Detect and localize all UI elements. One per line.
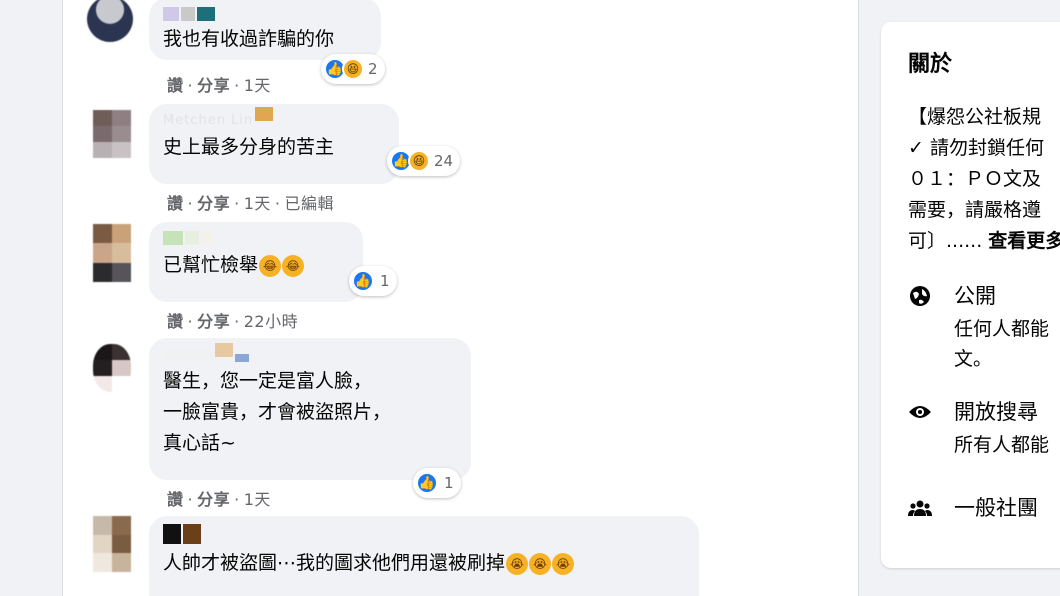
comment-bubble: 醫生，您一定是富人臉， 一臉富貴，才會被盜照片， 真心話~	[149, 338, 471, 480]
people-icon	[908, 496, 932, 520]
comment-bubble: 我也有收過詐騙的你	[149, 0, 381, 60]
crying-emoji-icon: 😭	[506, 552, 529, 575]
crying-emoji-icon: 😭	[529, 552, 552, 575]
like-link[interactable]: 讚	[167, 312, 184, 331]
like-link[interactable]: 讚	[167, 490, 184, 509]
visibility-title: 開放搜尋	[954, 400, 1038, 424]
avatar[interactable]	[93, 110, 131, 158]
privacy-title: 公開	[954, 284, 996, 308]
avatar[interactable]	[93, 344, 131, 392]
about-title: 關於	[908, 52, 953, 77]
group-type-row: 一般社團	[908, 492, 1060, 532]
avatar[interactable]	[93, 224, 131, 282]
comment-text-body: 已幫忙檢舉	[163, 254, 259, 276]
crying-emoji-icon: 😭	[552, 552, 575, 575]
reaction-summary[interactable]: 👍 😆 2	[321, 54, 385, 84]
comment-actions: 讚 · 分享 · 1天	[167, 490, 271, 509]
timestamp[interactable]: 1天	[244, 76, 271, 95]
reaction-count: 24	[434, 152, 454, 170]
avatar[interactable]	[93, 516, 131, 572]
reaction-count: 1	[444, 474, 454, 492]
reaction-summary[interactable]: 👍 1	[349, 266, 397, 296]
commenter-name-redacted[interactable]	[163, 6, 367, 22]
reaction-count: 2	[368, 60, 378, 78]
laugh-cry-emoji-icon: 😂	[282, 254, 305, 277]
like-link[interactable]: 讚	[167, 76, 184, 95]
commenter-name[interactable]: Metchen Lin	[163, 107, 385, 128]
comment-text-body: 人帥才被盜圖⋯我的圖求他們用還被刷掉	[163, 552, 506, 574]
like-reaction-icon: 👍	[352, 270, 374, 292]
comment-actions: 讚 · 分享 · 22小時	[167, 312, 299, 331]
eye-icon	[908, 400, 932, 424]
group-type: 一般社團	[954, 496, 1038, 520]
see-more-link[interactable]: 查看更多	[988, 230, 1060, 252]
privacy-description: 任何人都能 文。	[954, 318, 1050, 370]
timestamp[interactable]: 1天	[244, 490, 271, 509]
share-link[interactable]: 分享	[197, 312, 230, 331]
comment-text: 醫生，您一定是富人臉， 一臉富貴，才會被盜照片， 真心話~	[163, 370, 392, 454]
comment-text: 人帥才被盜圖⋯我的圖求他們用還被刷掉 😭 😭 😭	[163, 548, 685, 579]
comment-feed: 我也有收過詐騙的你 👍 😆 2 讚 · 分享 · 1天 Metchen Lin 史上最多…	[62, 0, 859, 596]
comment-bubble: 人帥才被盜圖⋯我的圖求他們用還被刷掉 😭 😭 😭	[149, 516, 699, 596]
commenter-name-redacted[interactable]	[163, 343, 457, 362]
timestamp[interactable]: 22小時	[244, 312, 298, 331]
about-card: 關於 【爆怨公社板規 ✓ 請勿封鎖任何 ０１：ＰＯ文及 需要，請嚴格遵 可〕..…	[881, 22, 1060, 568]
commenter-name-redacted[interactable]	[163, 230, 349, 246]
edited-label[interactable]: 已編輯	[285, 194, 335, 213]
globe-icon	[908, 284, 932, 308]
like-reaction-icon: 👍	[416, 472, 438, 494]
share-link[interactable]: 分享	[197, 490, 230, 509]
visibility-row: 開放搜尋 所有人都能	[908, 396, 1060, 466]
commenter-name-text[interactable]: Metchen Lin	[163, 113, 253, 128]
commenter-name-redacted[interactable]	[163, 524, 685, 544]
comment-actions: 讚 · 分享 · 1天	[167, 76, 271, 95]
haha-reaction-icon: 😆	[342, 58, 364, 80]
timestamp[interactable]: 1天	[244, 194, 271, 213]
reaction-summary[interactable]: 👍 1	[413, 468, 461, 498]
haha-reaction-icon: 😆	[408, 150, 430, 172]
comment-text: 已幫忙檢舉 😂 😂	[163, 250, 349, 281]
reaction-summary[interactable]: 👍 😆 24	[387, 146, 461, 176]
comment-actions: 讚 · 分享 · 1天 · 已編輯	[167, 194, 335, 213]
reaction-count: 1	[380, 272, 390, 290]
like-link[interactable]: 讚	[167, 194, 184, 213]
share-link[interactable]: 分享	[197, 76, 230, 95]
comment-text: 我也有收過詐騙的你	[163, 28, 335, 50]
group-description: 【爆怨公社板規 ✓ 請勿封鎖任何 ０１：ＰＯ文及 需要，請嚴格遵 可〕.....…	[908, 102, 1060, 257]
avatar[interactable]	[87, 0, 133, 42]
share-link[interactable]: 分享	[197, 194, 230, 213]
comment-text: 史上最多分身的苦主	[163, 136, 335, 158]
comment-bubble: 已幫忙檢舉 😂 😂	[149, 222, 363, 302]
visibility-description: 所有人都能	[954, 434, 1050, 456]
comment-bubble: Metchen Lin 史上最多分身的苦主	[149, 104, 399, 184]
laugh-cry-emoji-icon: 😂	[259, 254, 282, 277]
privacy-public-row: 公開 任何人都能 文。	[908, 280, 1060, 370]
